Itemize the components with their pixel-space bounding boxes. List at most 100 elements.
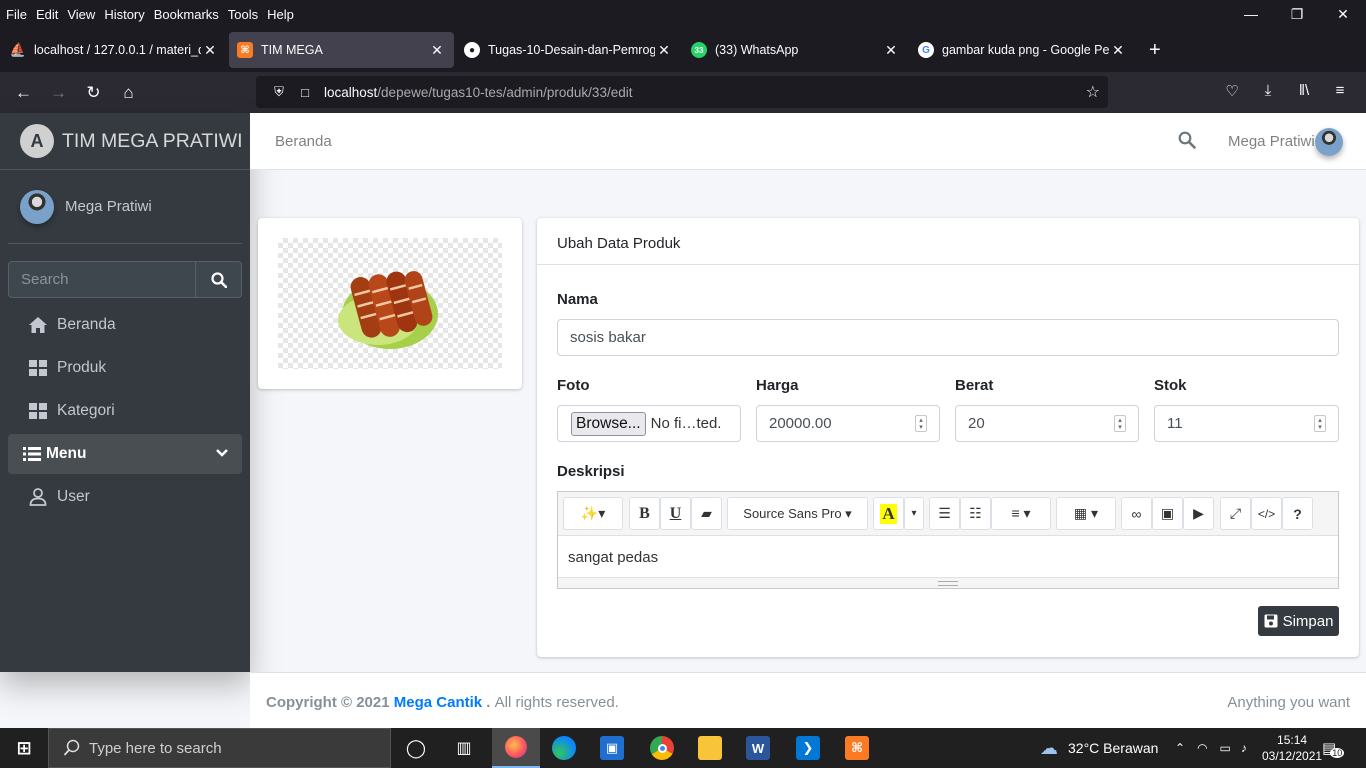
foto-file-input[interactable]: Browse... No fi…ted.	[557, 405, 741, 442]
table-button[interactable]: ▦ ▾	[1056, 497, 1116, 530]
header-link-beranda[interactable]: Beranda	[275, 133, 332, 150]
weather-widget[interactable]: ☁ 32°C Berawan	[1040, 728, 1158, 768]
file-explorer-icon[interactable]	[698, 736, 722, 760]
picture-button[interactable]: ▣	[1152, 497, 1183, 530]
hamburger-menu-icon[interactable]: ≡	[1322, 82, 1358, 100]
sidebar-item-beranda[interactable]: Beranda	[8, 305, 242, 345]
edge-icon[interactable]	[552, 736, 576, 760]
close-tab-icon[interactable]: ✕	[655, 42, 673, 59]
nama-input[interactable]: sosis bakar	[557, 319, 1339, 356]
sidebar-search-button[interactable]	[196, 261, 242, 298]
sidebar-item-menu[interactable]: Menu	[8, 434, 242, 474]
header-avatar[interactable]	[1315, 128, 1343, 156]
resize-grip-icon[interactable]	[938, 581, 958, 586]
menu-file[interactable]: File	[6, 7, 27, 22]
windows-start-icon[interactable]: ⊞	[12, 736, 36, 760]
task-view-icon[interactable]: ▥	[452, 736, 476, 760]
chevron-up-icon[interactable]: ⌃	[1175, 741, 1185, 755]
vscode-icon[interactable]: ❯	[796, 736, 820, 760]
chrome-icon[interactable]	[650, 736, 674, 760]
download-icon[interactable]: ⤓	[1250, 82, 1286, 100]
tab-phpmyadmin[interactable]: ⛵ localhost / 127.0.0.1 / materi_do ✕	[2, 32, 227, 68]
menu-view[interactable]: View	[67, 7, 95, 22]
forward-icon[interactable]: →	[41, 83, 76, 103]
video-button[interactable]: ▶	[1183, 497, 1214, 530]
caret-down-icon: ▾	[911, 508, 917, 519]
close-tab-icon[interactable]: ✕	[201, 42, 219, 59]
bold-button[interactable]: B	[629, 497, 660, 530]
berat-input[interactable]: 20 ▴ ▾	[955, 405, 1139, 442]
new-tab-icon[interactable]: +	[1149, 39, 1161, 62]
picture-icon: ▣	[1160, 505, 1175, 521]
home-icon[interactable]: ⌂	[111, 83, 146, 103]
menu-help[interactable]: Help	[267, 7, 294, 22]
restore-icon[interactable]: ❐	[1274, 0, 1320, 28]
wifi-icon[interactable]: ◠	[1197, 741, 1207, 755]
fullscreen-button[interactable]: ⤢	[1220, 497, 1251, 530]
clear-format-button[interactable]: ▰	[691, 497, 722, 530]
firefox-icon[interactable]	[492, 728, 540, 768]
menu-edit[interactable]: Edit	[36, 7, 58, 22]
paragraph-align-button[interactable]: ≡ ▾	[991, 497, 1051, 530]
tab-github[interactable]: ● Tugas-10-Desain-dan-Pemrogr ✕	[456, 32, 681, 68]
unordered-list-button[interactable]: ☰	[929, 497, 960, 530]
xampp-icon[interactable]: ⌘	[845, 736, 869, 760]
help-button[interactable]: ?	[1282, 497, 1313, 530]
menu-tools[interactable]: Tools	[228, 7, 258, 22]
stok-input[interactable]: 11 ▴ ▾	[1154, 405, 1339, 442]
harga-input[interactable]: 20000.00 ▴ ▾	[756, 405, 940, 442]
close-tab-icon[interactable]: ✕	[882, 42, 900, 59]
underline-button[interactable]: U	[660, 497, 691, 530]
shield-icon[interactable]: ⛨	[266, 84, 292, 100]
cloud-icon: ☁	[1040, 737, 1058, 758]
user-name[interactable]: Mega Pratiwi	[65, 198, 152, 215]
save-button[interactable]: Simpan	[1258, 606, 1339, 636]
editor-resize-bar[interactable]	[558, 577, 1338, 588]
font-family-dropdown[interactable]: Source Sans Pro ▾	[727, 497, 868, 530]
pocket-icon[interactable]: ♡	[1214, 82, 1250, 100]
close-window-icon[interactable]: ✕	[1320, 0, 1366, 28]
sidebar-search-input[interactable]: Search	[8, 261, 196, 298]
notification-center[interactable]: ▤ 10	[1322, 728, 1345, 768]
ordered-list-button[interactable]: ☷	[960, 497, 991, 530]
tab-google[interactable]: G gambar kuda png - Google Pen ✕	[910, 32, 1135, 68]
bookmark-star-icon[interactable]: ☆	[1086, 82, 1100, 102]
number-spinner-icon[interactable]: ▴ ▾	[1114, 415, 1126, 432]
menu-history[interactable]: History	[104, 7, 144, 22]
tab-tim-mega[interactable]: ⌘ TIM MEGA ✕	[229, 32, 454, 68]
word-icon[interactable]: W	[746, 736, 770, 760]
font-color-button[interactable]: A	[873, 497, 904, 530]
minimize-icon[interactable]: —	[1228, 0, 1274, 28]
library-icon[interactable]: ‖\	[1286, 82, 1322, 100]
back-icon[interactable]: ←	[6, 83, 41, 103]
font-color-dropdown[interactable]: ▾	[904, 497, 924, 530]
close-tab-icon[interactable]: ✕	[1109, 42, 1127, 59]
cortana-icon[interactable]: ◯	[404, 736, 428, 760]
link-button[interactable]: ∞	[1121, 497, 1152, 530]
tab-whatsapp[interactable]: 33 (33) WhatsApp ✕	[683, 32, 908, 68]
number-spinner-icon[interactable]: ▴ ▾	[915, 415, 927, 432]
taskbar-search[interactable]: Type here to search	[48, 728, 391, 768]
reload-icon[interactable]: ↻	[76, 83, 111, 103]
code-view-button[interactable]: </>	[1251, 497, 1282, 530]
number-spinner-icon[interactable]: ▴ ▾	[1314, 415, 1326, 432]
store-icon[interactable]: ▣	[600, 736, 624, 760]
grid-icon	[28, 360, 48, 376]
header-search-button[interactable]	[1178, 131, 1196, 154]
header-user-name[interactable]: Mega Pratiwi	[1228, 133, 1315, 150]
menu-bookmarks[interactable]: Bookmarks	[154, 7, 219, 22]
sidebar-item-kategori[interactable]: Kategori	[8, 391, 242, 431]
sidebar-item-label: User	[57, 488, 90, 505]
clock[interactable]: 15:14 03/12/2021	[1262, 732, 1322, 764]
sidebar-item-produk[interactable]: Produk	[8, 348, 242, 388]
speaker-icon[interactable]: ♪	[1241, 741, 1247, 755]
url-bar[interactable]: ⛨ □ localhost/depewe/tugas10-tes/admin/p…	[256, 76, 1108, 108]
magic-style-button[interactable]: ✨▾	[563, 497, 623, 530]
battery-icon[interactable]: ▭	[1220, 741, 1231, 755]
footer-brand-link[interactable]: Mega Cantik	[394, 694, 482, 711]
close-tab-icon[interactable]: ✕	[428, 42, 446, 59]
brand-link[interactable]: A TIM MEGA PRATIWI	[0, 113, 250, 170]
editor-content[interactable]: sangat pedas	[558, 536, 1338, 572]
browse-button[interactable]: Browse...	[571, 412, 646, 436]
sidebar-item-user[interactable]: User	[8, 477, 242, 517]
